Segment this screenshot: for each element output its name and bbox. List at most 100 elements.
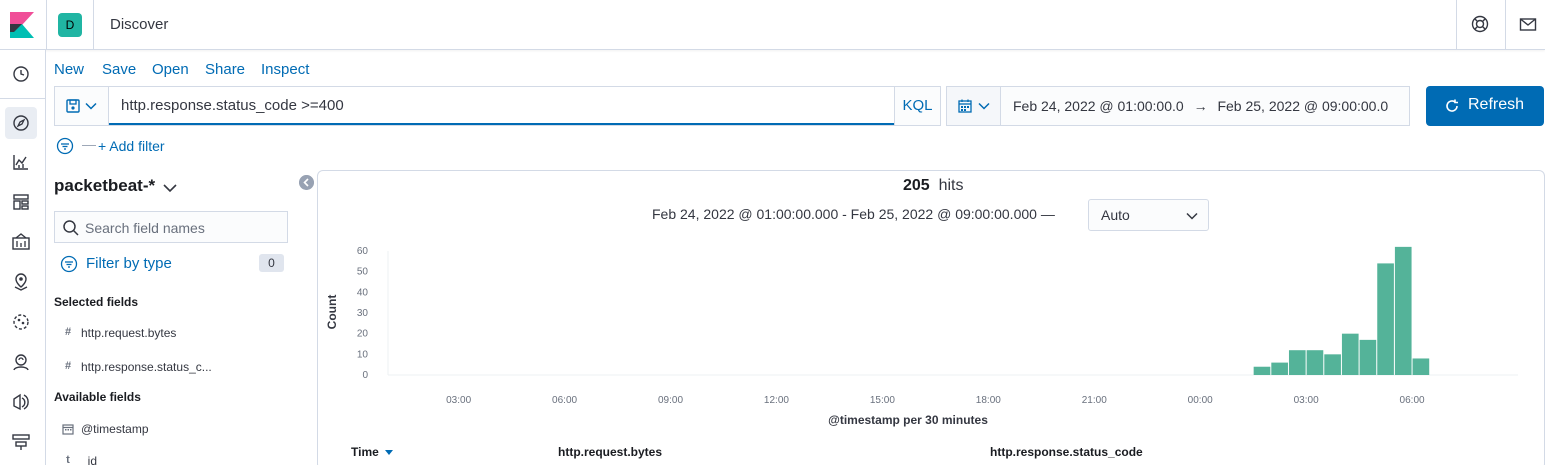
start-date[interactable]: Feb 24, 2022 @ 01:00:00.0 xyxy=(1013,98,1184,114)
column-header-request-bytes[interactable]: http.request.bytes xyxy=(558,445,662,459)
dashboard-icon[interactable] xyxy=(10,191,32,213)
field-name: @timestamp xyxy=(81,422,149,436)
inspect-link[interactable]: Inspect xyxy=(261,61,309,78)
hits-count: 205 xyxy=(903,177,930,194)
chevron-down-icon xyxy=(1186,212,1198,220)
x-tick-label: 21:00 xyxy=(1082,395,1107,406)
sort-down-icon[interactable] xyxy=(385,448,394,456)
y-tick-label: 50 xyxy=(357,267,369,278)
kql-language-toggle[interactable]: KQL xyxy=(894,87,940,125)
clock-icon[interactable] xyxy=(10,63,32,85)
field-name: http.request.bytes xyxy=(81,326,177,340)
save-link[interactable]: Save xyxy=(102,61,136,78)
filter-by-type-label: Filter by type xyxy=(86,255,172,272)
field-name: http.response.status_c... xyxy=(81,360,212,374)
graph-icon[interactable] xyxy=(10,351,32,373)
chevron-down-icon[interactable] xyxy=(162,180,178,196)
discover-compass-icon[interactable] xyxy=(10,112,32,134)
chevron-down-icon xyxy=(978,102,990,110)
date-range: Feb 24, 2022 @ 01:00:00.0 → Feb 25, 2022… xyxy=(1013,98,1388,114)
histogram-bar xyxy=(1377,263,1394,375)
header-divider xyxy=(1456,0,1457,49)
save-disk-icon xyxy=(66,99,80,113)
histogram-bar xyxy=(1306,350,1324,375)
histogram-chart[interactable]: 0 10 20 30 40 50 60 03:00 06:00 09:00 12:00 15:00 18… xyxy=(320,240,1535,430)
date-type-icon xyxy=(62,424,74,435)
histogram-bar xyxy=(1394,246,1412,375)
add-filter-button[interactable]: + Add filter xyxy=(98,138,165,154)
y-tick-label: 60 xyxy=(357,246,369,257)
share-link[interactable]: Share xyxy=(205,61,245,78)
help-icon[interactable] xyxy=(1470,14,1490,34)
y-tick-label: 0 xyxy=(362,370,368,381)
x-tick-label: 15:00 xyxy=(870,395,895,406)
filter-icon xyxy=(60,255,78,273)
new-link[interactable]: New xyxy=(54,61,84,78)
end-date[interactable]: Feb 25, 2022 @ 09:00:00.0 xyxy=(1217,98,1388,114)
filter-menu-icon[interactable] xyxy=(56,137,74,155)
time-range-text: Feb 24, 2022 @ 01:00:00.000 - Feb 25, 20… xyxy=(652,206,1055,222)
saved-query-button[interactable] xyxy=(55,87,109,125)
chevron-down-icon xyxy=(85,102,97,110)
apm-icon[interactable] xyxy=(10,391,32,413)
string-type-icon: t xyxy=(66,454,70,465)
number-type-icon: # xyxy=(64,360,72,372)
histogram-bar xyxy=(1341,333,1359,375)
kibana-logo-icon[interactable] xyxy=(10,12,34,38)
column-header-time[interactable]: Time xyxy=(351,445,394,459)
refresh-icon xyxy=(1446,99,1458,112)
search-field-input[interactable] xyxy=(85,216,285,240)
x-tick-label: 06:00 xyxy=(1400,395,1425,406)
refresh-button[interactable]: Refresh xyxy=(1426,86,1544,126)
ml-icon[interactable] xyxy=(10,311,32,333)
arrow-right-icon: → xyxy=(1193,98,1208,114)
histogram-bar xyxy=(1359,339,1377,375)
uptime-icon[interactable] xyxy=(10,431,32,453)
x-tick-label: 03:00 xyxy=(446,395,471,406)
x-tick-label: 09:00 xyxy=(658,395,683,406)
histogram-bar xyxy=(1253,366,1271,375)
interval-select[interactable]: Auto xyxy=(1088,199,1209,231)
filter-count-badge: 0 xyxy=(259,254,284,272)
collapse-sidebar-icon[interactable] xyxy=(299,175,314,190)
query-bar: http.response.status_code >=400 KQL xyxy=(54,86,941,126)
filter-separator: — xyxy=(82,136,96,152)
calendar-icon xyxy=(958,99,972,113)
header-divider xyxy=(46,0,47,49)
space-avatar[interactable]: D xyxy=(58,13,82,37)
hits-counter: 205 hits xyxy=(903,177,964,195)
y-axis-title: Count xyxy=(325,295,339,330)
x-axis-title: @timestamp per 30 minutes xyxy=(828,413,988,427)
side-nav xyxy=(0,50,46,465)
available-fields-title: Available fields xyxy=(54,390,141,404)
index-pattern-selector[interactable]: packetbeat-* xyxy=(54,176,155,196)
open-link[interactable]: Open xyxy=(152,61,189,78)
search-field-names xyxy=(54,211,288,243)
query-input[interactable]: http.response.status_code >=400 xyxy=(109,87,894,125)
maps-icon[interactable] xyxy=(10,271,32,293)
canvas-icon[interactable] xyxy=(10,231,32,253)
histogram-bar xyxy=(1288,350,1306,375)
x-tick-label: 06:00 xyxy=(552,395,577,406)
search-icon xyxy=(63,220,79,236)
number-type-icon: # xyxy=(64,326,72,338)
y-tick-label: 40 xyxy=(357,287,369,298)
visualize-icon[interactable] xyxy=(10,151,32,173)
y-tick-label: 10 xyxy=(357,349,369,360)
refresh-label: Refresh xyxy=(1468,96,1525,113)
selected-fields-title: Selected fields xyxy=(54,295,139,309)
x-tick-label: 12:00 xyxy=(764,395,789,406)
newsfeed-mail-icon[interactable] xyxy=(1518,14,1538,34)
y-tick-label: 20 xyxy=(357,329,369,340)
histogram-bar xyxy=(1271,362,1288,375)
y-tick-label: 30 xyxy=(357,308,369,319)
time-header-label: Time xyxy=(351,445,379,459)
column-header-status-code[interactable]: http.response.status_code xyxy=(990,445,1143,459)
date-picker: Feb 24, 2022 @ 01:00:00.0 → Feb 25, 2022… xyxy=(946,86,1410,126)
page-title: Discover xyxy=(110,16,169,33)
header-divider xyxy=(1505,0,1506,49)
hits-label: hits xyxy=(938,177,964,194)
quick-date-menu-button[interactable] xyxy=(947,87,1001,125)
x-tick-label: 18:00 xyxy=(976,395,1001,406)
header-divider xyxy=(93,0,94,49)
